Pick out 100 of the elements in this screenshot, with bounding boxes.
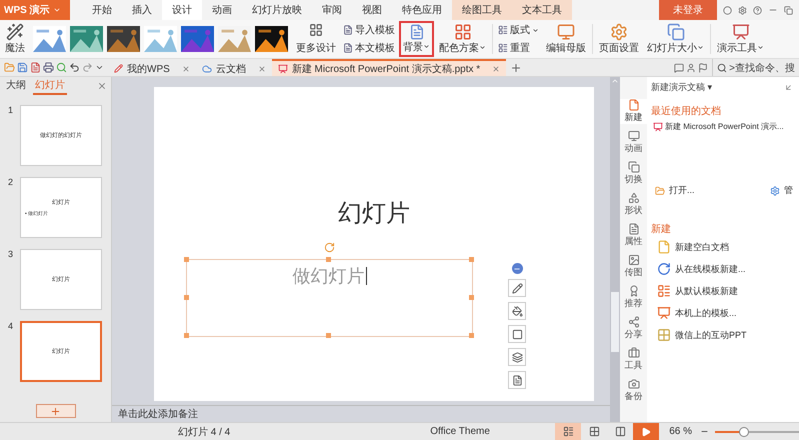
template-icon (657, 284, 671, 298)
scrollbar-thumb[interactable] (611, 292, 619, 352)
close-icon[interactable] (492, 64, 500, 72)
play-button[interactable] (633, 422, 660, 440)
more-designs-button[interactable]: 更多设计 (293, 21, 339, 57)
close-icon[interactable] (258, 64, 266, 72)
caret-icon[interactable] (95, 63, 104, 72)
theme-name: Office Theme (430, 426, 490, 437)
resize-handle[interactable] (326, 257, 331, 262)
save-icon[interactable] (17, 62, 28, 73)
user-icon[interactable] (686, 62, 696, 72)
new-option[interactable]: 新建空白文档 (651, 236, 799, 258)
export-pdf-icon[interactable] (30, 62, 41, 73)
open-icon[interactable] (4, 62, 15, 73)
ribbon-button[interactable]: 导入模板 (341, 23, 397, 37)
recent-document[interactable]: 新建 Microsoft PowerPoint 演示... (651, 118, 799, 135)
ribbon-tab[interactable]: 开始 (82, 0, 122, 20)
ribbon-tab[interactable]: 文本工具 (512, 0, 572, 20)
text-button[interactable] (508, 371, 526, 389)
resize-handle[interactable] (468, 295, 474, 300)
document-tab[interactable]: 新建 Microsoft PowerPoint 演示文稿.pptx * (272, 59, 506, 76)
print-icon[interactable] (43, 62, 54, 73)
magic-button[interactable]: 魔法 (2, 21, 28, 57)
copy-icon (628, 161, 640, 173)
resize-handle[interactable] (468, 333, 474, 338)
add-slide-button[interactable] (36, 404, 76, 418)
ribbon-button[interactable]: 幻灯片大小 (644, 21, 707, 57)
help-icon[interactable] (753, 6, 762, 14)
manage-link[interactable]: 管 (764, 181, 793, 200)
arrow-icon[interactable] (784, 83, 793, 92)
ribbon-button[interactable]: 页面设置 (596, 21, 642, 57)
zoom-thumb[interactable] (739, 426, 750, 436)
ribbon-tab[interactable]: 插入 (122, 0, 162, 20)
collapse-button[interactable] (512, 263, 522, 274)
layers-button[interactable] (508, 348, 526, 366)
slide-number: 1 (8, 105, 14, 117)
close-icon[interactable] (97, 81, 107, 91)
ribbon-button[interactable]: 配色方案 (436, 21, 489, 57)
close-icon[interactable] (182, 64, 190, 72)
pane-title[interactable]: 新建演示文稿 ▾ (651, 81, 712, 94)
side-tab[interactable]: 备份 (620, 378, 647, 403)
grid-icon (657, 328, 671, 342)
login-button[interactable]: 未登录 (659, 0, 717, 20)
panel-tab[interactable]: 大纲 (4, 77, 28, 95)
ribbon-button[interactable]: 编辑母版 (543, 21, 589, 57)
new-option[interactable]: 从在线模板新建... (651, 258, 799, 280)
ribbon-button[interactable]: 背景 (399, 21, 434, 57)
document-tab[interactable]: 我的WPS (108, 59, 196, 76)
undo-icon[interactable] (69, 62, 80, 73)
comment-icon[interactable] (674, 62, 684, 72)
new-option[interactable]: 微信上的互动PPT (651, 324, 799, 346)
ribbon-tab[interactable]: 动画 (202, 0, 242, 20)
side-tab[interactable]: 属性 (620, 223, 647, 248)
new-tab-icon[interactable] (510, 62, 522, 74)
side-tab[interactable]: 分享 (620, 316, 647, 341)
view-button[interactable] (555, 422, 582, 440)
resize-handle[interactable] (326, 333, 331, 338)
ribbon-button[interactable]: 重置 (496, 41, 541, 55)
outline-button[interactable] (508, 325, 526, 343)
ribbon-tab[interactable]: 特色应用 (392, 0, 452, 20)
section-heading: 最近使用的文档 (651, 104, 722, 118)
side-tab[interactable]: 形状 (620, 192, 647, 217)
edit-shape-button[interactable] (508, 279, 526, 297)
document-tab[interactable]: 云文档 (196, 59, 272, 76)
search-icon (717, 62, 728, 72)
ribbon-button[interactable]: 版式 (496, 23, 541, 37)
slides-file-icon (278, 64, 288, 74)
ribbon-tab[interactable]: 设计 (162, 0, 202, 20)
new-option[interactable]: 从默认模板新建 (651, 280, 799, 302)
caret-icon (479, 44, 486, 51)
resize-handle[interactable] (468, 257, 474, 262)
fill-button[interactable] (508, 302, 526, 320)
sorter-view-icon (588, 426, 600, 437)
new-option[interactable]: 本机上的模板... (651, 302, 799, 324)
open-link[interactable]: 打开... (651, 181, 695, 200)
restore-icon[interactable] (784, 6, 793, 14)
rotate-handle-icon[interactable] (324, 242, 334, 253)
side-tab[interactable]: 新建 (620, 99, 647, 124)
side-tab[interactable]: 动画 (620, 130, 647, 155)
resize-handle[interactable] (184, 295, 188, 300)
flag-icon[interactable] (698, 62, 708, 72)
ribbon-button[interactable]: 演示工具 (714, 21, 767, 57)
side-tab[interactable]: 工具 (620, 347, 647, 372)
resize-handle[interactable] (184, 257, 188, 262)
ribbon-tab[interactable]: 绘图工具 (452, 0, 512, 20)
settings-icon[interactable] (738, 6, 747, 14)
side-tab[interactable]: 传图 (620, 254, 647, 279)
refresh-icon (657, 262, 671, 276)
layout-icon (498, 25, 508, 35)
side-tab[interactable]: 推荐 (620, 285, 647, 310)
slide-number: 4 (8, 321, 14, 333)
ribbon-tab[interactable]: 幻灯片放映 (242, 0, 312, 20)
ribbon-tab[interactable]: 视图 (352, 0, 392, 20)
resize-handle[interactable] (184, 333, 188, 338)
ribbon-button[interactable]: 本文模板 (341, 41, 397, 55)
side-tab[interactable]: 切换 (620, 161, 647, 186)
briefcase-icon (628, 347, 640, 359)
presentation-icon (657, 306, 671, 320)
ribbon-tab[interactable]: 审阅 (312, 0, 352, 20)
search-field[interactable]: >查找命令、搜 (712, 59, 799, 76)
